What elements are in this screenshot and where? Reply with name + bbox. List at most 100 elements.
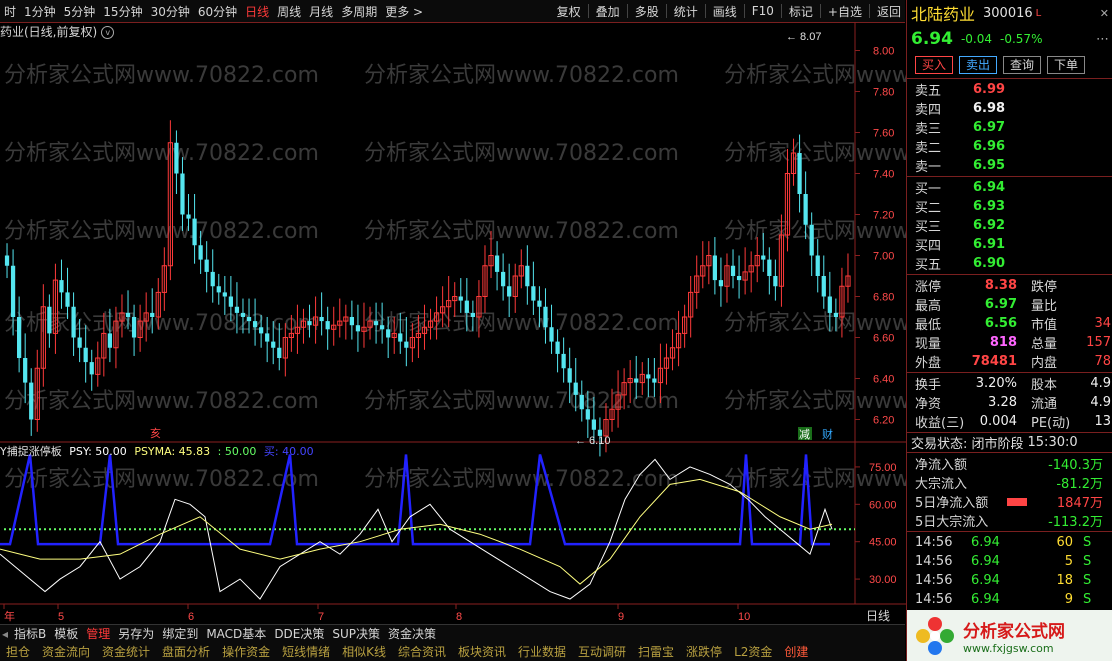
- tool-button[interactable]: 统计: [670, 3, 702, 20]
- price-tick-label: 6.80: [873, 292, 894, 304]
- trade-button[interactable]: 下单: [1047, 56, 1086, 74]
- info-tab[interactable]: 相似K线: [336, 643, 392, 660]
- candle-body: [355, 325, 361, 332]
- price-tick-label: 7.60: [873, 128, 894, 140]
- period-tab[interactable]: 5分钟: [60, 3, 100, 20]
- indicator-tab[interactable]: MACD基本: [202, 625, 270, 642]
- tool-button[interactable]: 叠加: [592, 3, 624, 20]
- candle-body: [773, 276, 778, 287]
- indicator-tab[interactable]: 模板: [50, 625, 82, 642]
- stat-label: 跌停: [1031, 280, 1058, 295]
- tick-volume: 60: [1056, 535, 1073, 550]
- candle-body: [736, 276, 742, 281]
- indicator-tab[interactable]: SUP决策: [328, 625, 384, 642]
- indicator-tab[interactable]: 绑定到: [158, 625, 202, 642]
- close-icon[interactable]: ✕: [1100, 7, 1109, 20]
- psyma-line: [0, 478, 833, 585]
- watermark-text: 分析家公式网www.70822.com: [364, 311, 679, 336]
- info-tab[interactable]: 短线情绪: [276, 643, 336, 660]
- candle-body: [652, 378, 657, 383]
- info-tab[interactable]: 行业数据: [512, 643, 572, 660]
- period-tab[interactable]: 日线: [241, 3, 273, 20]
- period-toolbar: 时 1分钟 5分钟 15分钟 30分钟 60分钟 日线 周线 月线 多周期 更多 > 复权 叠加 多股统…: [0, 0, 905, 23]
- tool-button[interactable]: 多股: [631, 3, 663, 20]
- flower-logo-icon: [916, 616, 954, 655]
- indicator-tick-label: 45.00: [869, 537, 897, 549]
- period-tab[interactable]: 1分钟: [20, 3, 60, 20]
- order-book-row: 卖四 6.98: [907, 99, 1112, 118]
- period-tab[interactable]: 60分钟: [194, 3, 241, 20]
- order-level-label: 卖三: [915, 122, 942, 137]
- indicator-tab[interactable]: 资金决策: [384, 625, 440, 642]
- buy-button[interactable]: 买入: [915, 56, 954, 74]
- fund-flow: 净流入额 -140.3万 大宗流入 -81.2万 5日净流入额 1847万 5日大宗流入 -1…: [907, 452, 1112, 531]
- info-tab[interactable]: 综合资讯: [392, 643, 452, 660]
- info-tab[interactable]: 互动调研: [572, 643, 632, 660]
- info-tab[interactable]: 盘面分析: [156, 643, 216, 660]
- indicator-tab[interactable]: 另存为: [114, 625, 158, 642]
- candle-body: [83, 347, 88, 363]
- candle-body: [265, 333, 270, 342]
- period-tab[interactable]: 时: [0, 3, 20, 20]
- watermark-text: 分析家公式网www.70822.com: [724, 389, 906, 414]
- tab-scroll-left-icon[interactable]: ◂: [0, 627, 10, 641]
- candle-body: [17, 317, 22, 358]
- info-tab[interactable]: 创建: [778, 643, 814, 660]
- tool-button[interactable]: F10: [748, 4, 778, 18]
- period-tab[interactable]: 更多 >: [381, 3, 427, 20]
- tick-time: 14:56: [915, 573, 953, 588]
- candle-body: [319, 317, 324, 322]
- stat-value: 6.56: [984, 316, 1017, 331]
- candle-body: [222, 292, 227, 297]
- order-level-label: 卖四: [915, 103, 942, 118]
- chevron-down-icon[interactable]: v: [101, 26, 115, 39]
- candle-body: [216, 286, 221, 293]
- candle-body: [210, 271, 215, 287]
- info-tab[interactable]: 涨跌停: [680, 643, 728, 660]
- candle-body: [797, 153, 802, 194]
- candle-body: [543, 306, 548, 328]
- period-tab[interactable]: 周线: [273, 3, 305, 20]
- tool-button[interactable]: 返回: [873, 3, 905, 20]
- info-tab[interactable]: 操作资金: [216, 643, 276, 660]
- query-button[interactable]: 查询: [1003, 56, 1042, 74]
- stat-value: 78: [1094, 354, 1111, 369]
- candle-body: [198, 245, 203, 260]
- tick-row: 14:56 6.94 5 S: [907, 552, 1112, 571]
- price-line: 6.94 -0.04 -0.57% ⋯: [907, 26, 1112, 52]
- info-tab[interactable]: 担仓: [0, 643, 36, 660]
- tool-button[interactable]: 画线: [709, 3, 741, 20]
- tool-button[interactable]: 标记: [785, 3, 817, 20]
- candle-body: [579, 394, 584, 410]
- indicator-tab[interactable]: 指标B: [10, 625, 50, 642]
- info-tab[interactable]: 资金流向: [36, 643, 96, 660]
- candle-body: [373, 321, 379, 326]
- info-tab[interactable]: L2资金: [728, 643, 778, 660]
- period-tab[interactable]: 15分钟: [99, 3, 146, 20]
- stock-change: -0.04: [960, 32, 993, 46]
- tool-button[interactable]: 复权: [553, 3, 585, 20]
- sell-button[interactable]: 卖出: [959, 56, 998, 74]
- tool-button[interactable]: +自选: [824, 3, 866, 20]
- period-tab[interactable]: 月线: [305, 3, 337, 20]
- indicator-tab[interactable]: 管理: [82, 625, 114, 642]
- candle-body: [47, 306, 52, 334]
- candle-body: [277, 347, 282, 358]
- candle-body: [531, 286, 536, 301]
- period-tab[interactable]: 30分钟: [147, 3, 194, 20]
- candle-body: [507, 286, 512, 297]
- info-tab[interactable]: 扫雷宝: [632, 643, 680, 660]
- stat-label: 最低: [915, 318, 942, 333]
- info-tab[interactable]: 板块资讯: [452, 643, 512, 660]
- info-tab[interactable]: 资金统计: [96, 643, 156, 660]
- candle-body: [259, 327, 264, 334]
- indicator-tab[interactable]: DDE决策: [270, 625, 328, 642]
- stat-value: 78481: [971, 354, 1017, 369]
- candle-body: [833, 312, 838, 317]
- period-tab[interactable]: 多周期: [337, 3, 381, 20]
- more-icon[interactable]: ⋯: [1096, 32, 1109, 47]
- stock-chart[interactable]: 8.007.807.607.407.207.006.806.606.406.20…: [0, 22, 906, 624]
- stat-row: 最低 6.56 市值 34: [907, 314, 1112, 333]
- candle-body: [307, 321, 312, 326]
- order-level-label: 买四: [915, 239, 942, 254]
